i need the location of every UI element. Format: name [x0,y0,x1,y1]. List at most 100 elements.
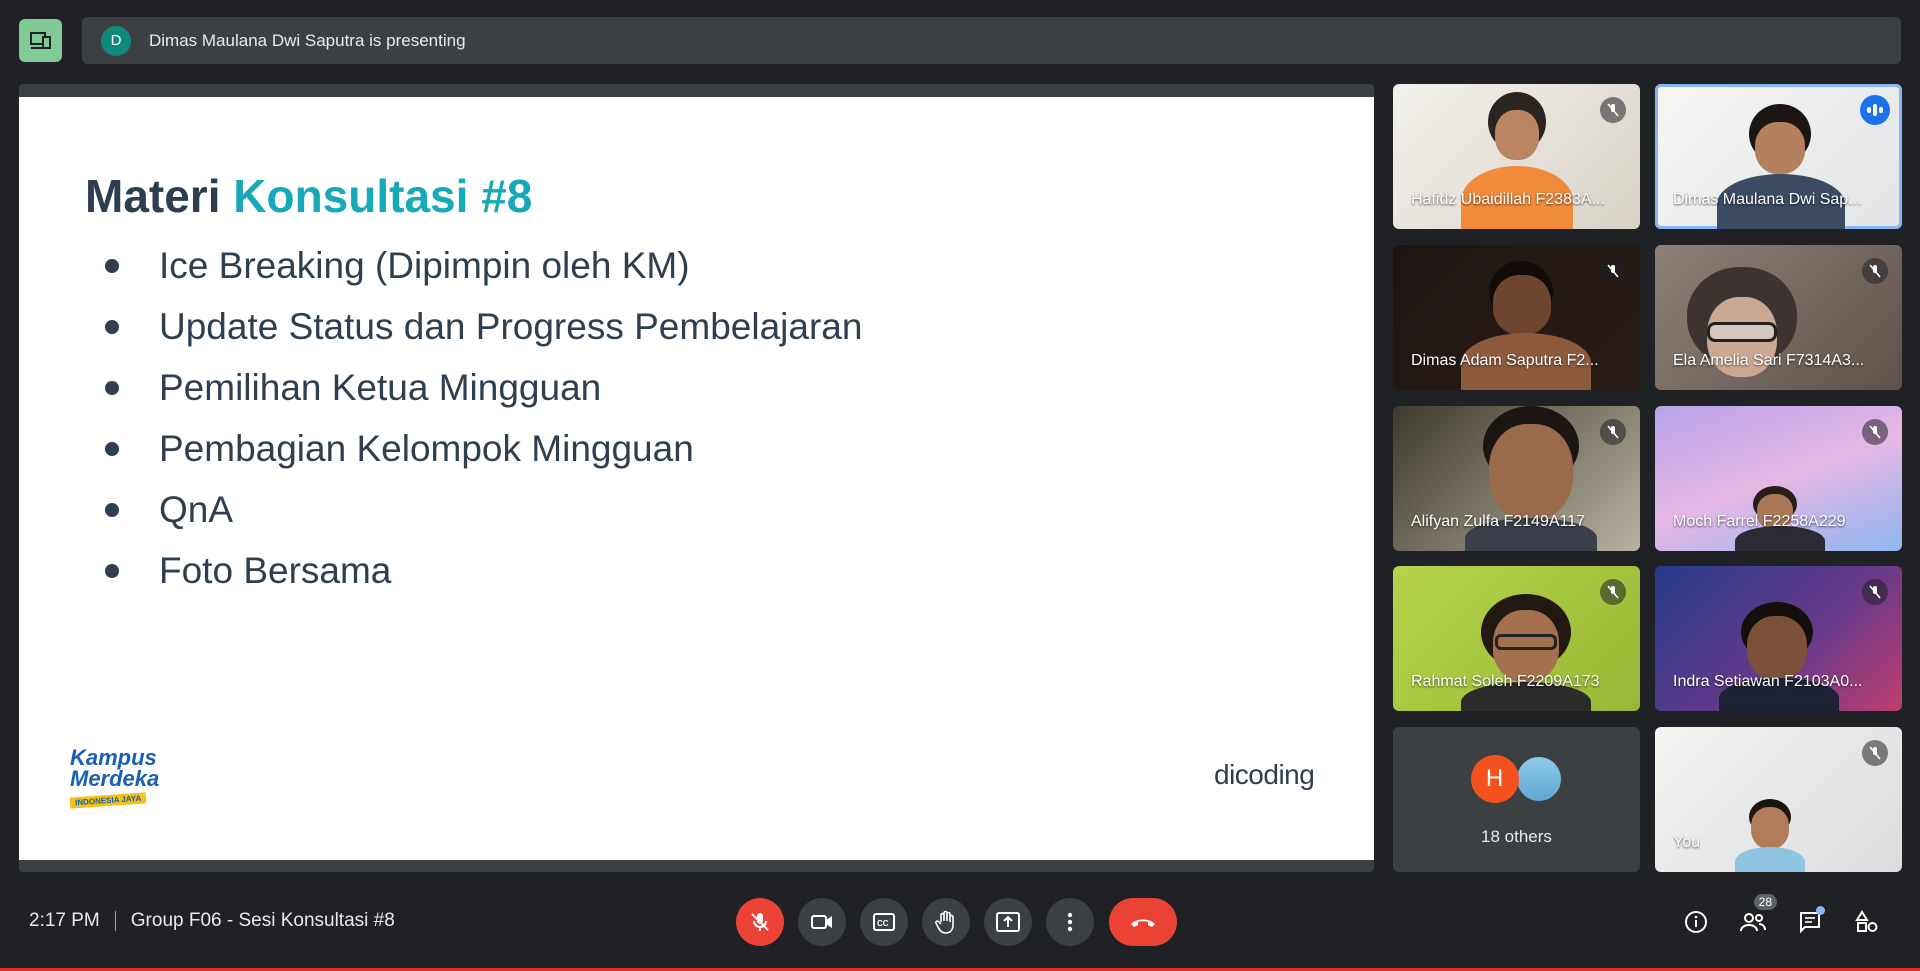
participant-video [1717,104,1845,229]
participant-name: Dimas Adam Saputra F2... [1411,352,1599,369]
bullet-dot [105,319,119,334]
mic-off-icon [1869,425,1881,439]
others-avatar: H [1470,755,1519,803]
bullet-text: Update Status dan Progress Pembelajaran [159,305,863,347]
meeting-details-button[interactable] [1674,900,1718,944]
mic-off-indicator [1600,258,1626,284]
slide-title: Materi Konsultasi #8 [85,169,532,223]
mic-toggle-button[interactable] [736,898,784,946]
bullet-item: Update Status dan Progress Pembelajaran [99,296,862,357]
speaking-indicator [1860,95,1890,125]
presentation-slide: Materi Konsultasi #8 Ice Breaking (Dipim… [19,97,1374,860]
chat-button[interactable] [1788,900,1832,944]
present-now-button[interactable] [984,898,1032,946]
info-icon [1685,911,1707,933]
bullet-dot [105,502,119,517]
mic-off-icon [1607,585,1619,599]
meeting-info: 2:17 PM Group F06 - Sesi Konsultasi #8 [29,910,395,932]
bullet-text: Foto Bersama [159,549,392,591]
slide-title-accent: Konsultasi #8 [233,170,533,222]
presenting-banner[interactable]: D Dimas Maulana Dwi Saputra is presentin… [82,17,1901,64]
mic-off-icon [1607,264,1619,278]
participant-tile[interactable]: Hafidz Ubaidillah F2383A... [1393,84,1640,229]
participant-tile[interactable]: Dimas Maulana Dwi Sap... [1655,84,1902,229]
captions-icon: CC [873,913,895,931]
participant-name: Alifyan Zulfa F2149A117 [1411,513,1586,530]
participant-tile[interactable]: Moch Farrel F2258A229 [1655,406,1902,551]
meeting-name: Group F06 - Sesi Konsultasi #8 [130,910,395,931]
logo-line-1: Kampus [70,745,157,770]
presenting-bar: D Dimas Maulana Dwi Saputra is presentin… [0,0,1920,82]
raise-hand-button[interactable] [922,898,970,946]
participant-name: Ela Amelia Sari F7314A3... [1673,352,1865,369]
svg-text:CC: CC [877,919,889,928]
bullet-dot [105,380,119,395]
participant-video [1461,594,1591,711]
end-call-icon [1131,919,1155,927]
bullet-text: Ice Breaking (Dipimpin oleh KM) [159,244,690,286]
mic-off-icon [1869,746,1881,760]
participant-name: Dimas Maulana Dwi Sap... [1673,191,1862,208]
participant-tile[interactable]: Ela Amelia Sari F7314A3... [1655,245,1902,390]
participant-tile[interactable]: Rahmat Soleh F2209A173 [1393,566,1640,711]
dicoding-logo: dicoding [1214,759,1315,790]
bullet-item: Pemilihan Ketua Mingguan [99,357,862,418]
mic-off-indicator [1600,97,1626,123]
logo-tagline: INDONESIA JAYA [69,792,147,809]
present-screen-button[interactable] [19,19,62,62]
present-now-icon [996,912,1020,932]
mic-off-icon [1869,264,1881,278]
bullet-text: Pemilihan Ketua Mingguan [159,366,602,408]
camera-icon [811,915,832,929]
mic-off-indicator [1862,740,1888,766]
participant-name: Hafidz Ubaidillah F2383A... [1411,191,1605,208]
people-icon [1740,913,1766,932]
logo-line-2: Merdeka [70,766,160,791]
participant-tile[interactable]: Indra Setiawan F2103A0... [1655,566,1902,711]
bullet-dot [105,258,119,273]
presenter-avatar: D [101,25,131,56]
raise-hand-icon [935,910,954,934]
kampus-merdeka-logo: Kampus Merdeka INDONESIA JAYA [69,745,180,809]
mic-off-indicator [1862,579,1888,605]
more-options-button[interactable] [1046,898,1094,946]
mic-off-icon [1607,103,1619,117]
camera-toggle-button[interactable] [798,898,846,946]
activities-icon [1855,910,1878,932]
others-tile[interactable]: H 18 others [1393,727,1640,872]
bullet-item: Ice Breaking (Dipimpin oleh KM) [99,235,862,296]
people-count-badge: 28 [1753,894,1777,910]
presenting-text: Dimas Maulana Dwi Saputra is presenting [149,30,466,50]
participant-name: Rahmat Soleh F2209A173 [1411,673,1600,690]
participant-tile[interactable]: Alifyan Zulfa F2149A117 [1393,406,1640,551]
divider [114,911,116,931]
participant-name: Moch Farrel F2258A229 [1673,513,1846,530]
captions-button[interactable]: CC [860,898,908,946]
participant-video [1719,602,1839,711]
bullet-dot [105,441,119,456]
mic-off-indicator [1862,419,1888,445]
activities-button[interactable] [1845,900,1889,944]
present-screen-icon [29,31,51,49]
participant-video [1677,267,1817,390]
mic-off-icon [1607,425,1619,439]
participant-name: You [1673,834,1700,851]
people-button[interactable]: 28 [1731,894,1777,944]
mic-off-icon [1869,585,1881,599]
bullet-item: Foto Bersama [99,540,862,601]
others-avatar-image [1514,755,1563,803]
self-tile[interactable]: You [1655,727,1902,872]
leave-call-button[interactable] [1109,898,1177,946]
bullet-item: Pembagian Kelompok Mingguan [99,418,862,479]
others-count: 18 others [1481,827,1552,846]
participant-tile[interactable]: Dimas Adam Saputra F2... [1393,245,1640,390]
bullet-text: QnA [159,488,234,530]
bottom-controls-bar: 2:17 PM Group F06 - Sesi Konsultasi #8 C… [0,888,1920,956]
slide-title-main: Materi [85,170,221,222]
more-options-icon [1067,912,1073,932]
bullet-text: Pembagian Kelompok Mingguan [159,427,694,469]
chat-notification-dot [1816,906,1825,915]
mic-off-indicator [1862,258,1888,284]
current-time: 2:17 PM [29,910,100,931]
participant-video [1461,261,1591,390]
